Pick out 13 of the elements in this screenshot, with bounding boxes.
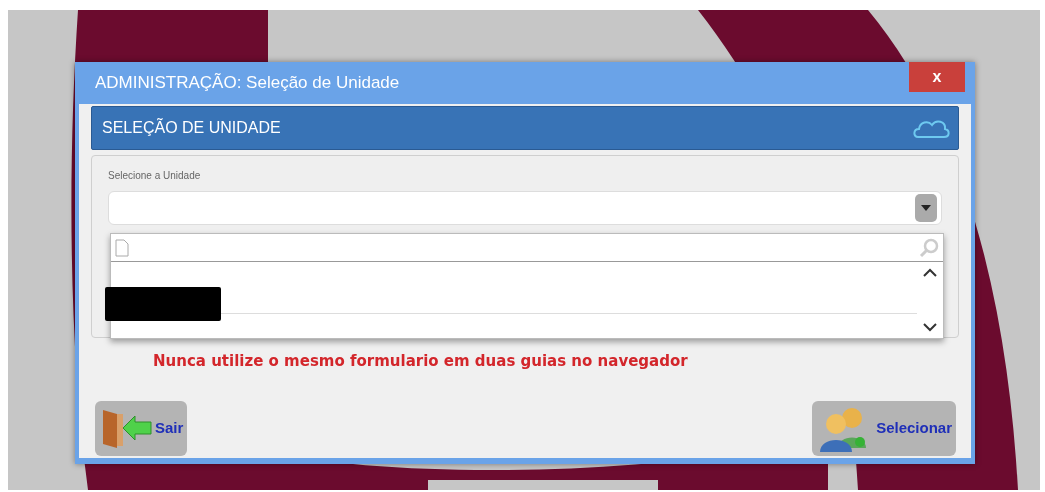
close-button[interactable]: x — [909, 62, 965, 92]
scroll-up-button[interactable] — [923, 268, 937, 277]
select-button[interactable]: Selecionar — [812, 400, 956, 456]
panel-title: SELEÇÃO DE UNIDADE — [102, 117, 281, 138]
warning-text: Nunca utilize o mesmo formulario em duas guias no navegador — [153, 351, 689, 372]
field-label: Selecione a Unidade — [108, 169, 202, 183]
cloud-icon — [912, 117, 950, 139]
caret-icon — [921, 205, 931, 211]
document-icon — [115, 238, 129, 257]
dropdown-button[interactable] — [915, 194, 937, 222]
exit-button[interactable]: Sair — [95, 400, 188, 456]
window-title: ADMINISTRAÇÃO: Seleção de Unidade — [95, 72, 400, 95]
scroll-down-button[interactable] — [923, 323, 937, 332]
